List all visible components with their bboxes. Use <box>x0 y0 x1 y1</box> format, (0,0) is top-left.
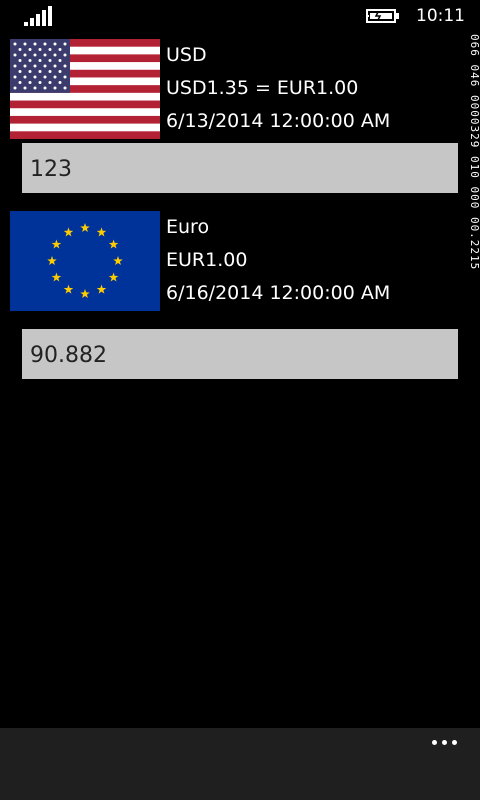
amount-input-usd[interactable] <box>22 143 458 193</box>
us-flag-icon <box>10 39 160 139</box>
signal-strength-icon <box>24 6 54 26</box>
currency-row-usd[interactable]: USD USD1.35 = EUR1.00 6/13/2014 12:00:00… <box>10 39 450 139</box>
currency-info-usd: USD USD1.35 = EUR1.00 6/13/2014 12:00:00… <box>166 39 446 138</box>
frame-rate-counter: 066 046 0000329 010 000 00.2215 <box>468 34 480 271</box>
rate-date: 6/13/2014 12:00:00 AM <box>166 110 391 132</box>
amount-input-eur[interactable] <box>22 329 458 379</box>
currency-info-eur: Euro EUR1.00 6/16/2014 12:00:00 AM <box>166 211 446 310</box>
status-clock: 10:11 <box>416 6 465 26</box>
status-bar: 10:11 <box>0 0 480 32</box>
exchange-rate: USD1.35 = EUR1.00 <box>166 77 359 99</box>
app-bar <box>0 728 480 800</box>
battery-charging-icon <box>366 8 402 24</box>
currency-code: Euro <box>166 216 210 238</box>
currency-row-eur[interactable]: Euro EUR1.00 6/16/2014 12:00:00 AM <box>10 211 450 311</box>
rate-date: 6/16/2014 12:00:00 AM <box>166 282 391 304</box>
ellipsis-icon[interactable] <box>420 728 470 758</box>
eu-flag-icon <box>10 211 160 311</box>
currency-code: USD <box>166 44 207 66</box>
exchange-rate: EUR1.00 <box>166 249 248 271</box>
